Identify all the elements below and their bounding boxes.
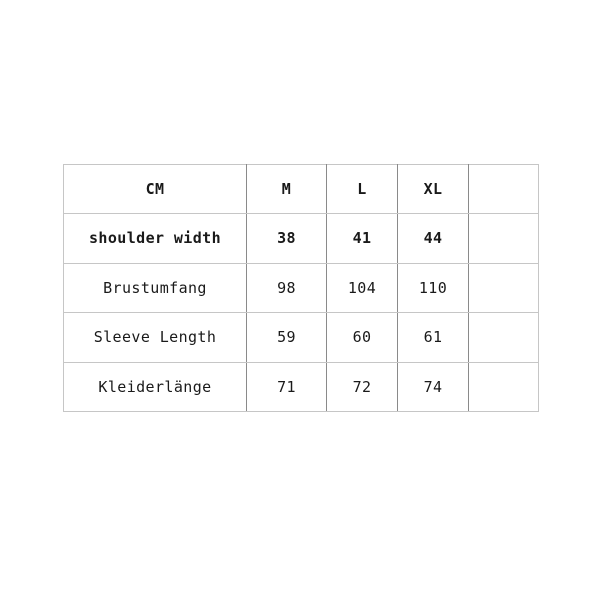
size-chart-table: CM M L XL shoulder width 38 41 44 Brustu… bbox=[63, 163, 539, 412]
header-size-m: M bbox=[246, 163, 327, 215]
cell-brustumfang-m: 98 bbox=[246, 262, 327, 314]
table-row: Sleeve Length 59 60 61 bbox=[63, 312, 539, 363]
row-label-sleeve-length: Sleeve Length bbox=[63, 312, 247, 363]
header-unit-cm: CM bbox=[63, 163, 247, 215]
cell-brustumfang-l: 104 bbox=[326, 262, 398, 314]
cell-sleeve-length-l: 60 bbox=[326, 312, 398, 363]
cell-sleeve-length-xl: 61 bbox=[397, 312, 469, 363]
table-row: Kleiderlänge 71 72 74 bbox=[63, 361, 539, 412]
cell-brustumfang-blank bbox=[468, 262, 539, 314]
cell-shoulder-width-xl: 44 bbox=[397, 213, 469, 264]
header-size-l: L bbox=[326, 163, 398, 215]
table-row: shoulder width 38 41 44 bbox=[63, 213, 539, 264]
cell-shoulder-width-blank bbox=[468, 213, 539, 264]
cell-sleeve-length-m: 59 bbox=[246, 312, 327, 363]
header-blank-cell bbox=[468, 163, 539, 215]
header-size-xl: XL bbox=[397, 163, 469, 215]
table-header-row: CM M L XL bbox=[63, 163, 539, 215]
cell-shoulder-width-m: 38 bbox=[246, 213, 327, 264]
cell-kleiderlaenge-m: 71 bbox=[246, 361, 327, 412]
row-label-shoulder-width: shoulder width bbox=[63, 213, 247, 264]
cell-kleiderlaenge-l: 72 bbox=[326, 361, 398, 412]
cell-sleeve-length-blank bbox=[468, 312, 539, 363]
cell-shoulder-width-l: 41 bbox=[326, 213, 398, 264]
cell-brustumfang-xl: 110 bbox=[397, 262, 469, 314]
table-row: Brustumfang 98 104 110 bbox=[63, 262, 539, 314]
row-label-kleiderlaenge: Kleiderlänge bbox=[63, 361, 247, 412]
cell-kleiderlaenge-xl: 74 bbox=[397, 361, 469, 412]
row-label-brustumfang: Brustumfang bbox=[63, 262, 247, 314]
cell-kleiderlaenge-blank bbox=[468, 361, 539, 412]
